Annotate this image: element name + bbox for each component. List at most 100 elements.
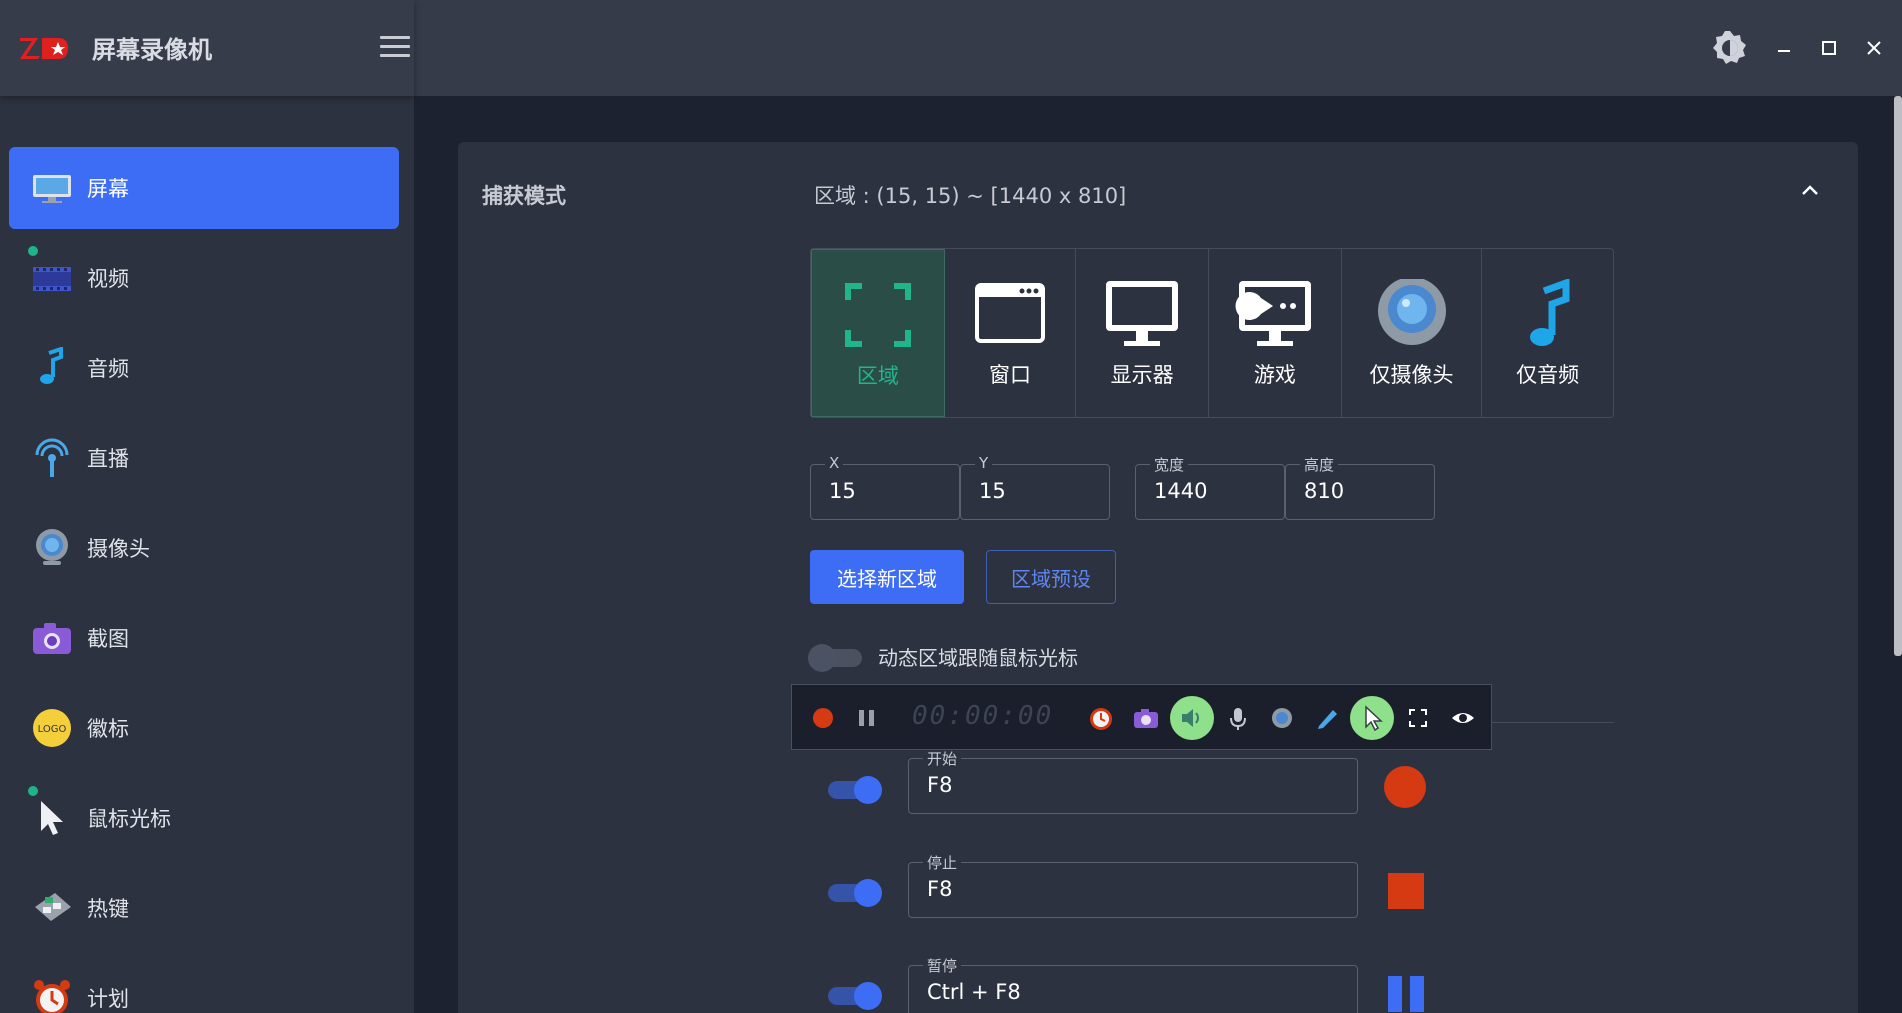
scrollbar[interactable] (1894, 96, 1902, 656)
start-hotkey-toggle[interactable] (824, 776, 882, 804)
camera-icon[interactable] (1126, 698, 1166, 738)
width-input[interactable] (1154, 479, 1273, 503)
svg-text:LOGO: LOGO (38, 724, 67, 735)
status-dot (28, 246, 38, 256)
sidebar-item-label: 直播 (87, 447, 129, 471)
close-icon[interactable] (1856, 30, 1892, 66)
recording-timer: 00:00:00 (912, 701, 1054, 731)
pause-hotkey-input[interactable] (927, 980, 1286, 1004)
sidebar-item-label: 徽标 (87, 717, 129, 741)
mode-monitor[interactable]: 显示器 (1076, 249, 1210, 417)
region-preset-button[interactable]: 区域预设 (986, 550, 1116, 604)
field-label: 停止 (923, 852, 962, 873)
mode-region[interactable]: 区域 (811, 249, 945, 417)
microphone-icon[interactable] (1218, 698, 1258, 738)
x-field[interactable]: X (810, 454, 960, 520)
sidebar-item-screenshot[interactable]: 截图 (9, 597, 399, 679)
mode-game[interactable]: 游戏 (1209, 249, 1342, 417)
window-icon (975, 283, 1045, 343)
mode-label: 仅摄像头 (1369, 363, 1454, 387)
minimize-icon[interactable] (1766, 30, 1802, 66)
field-label: 暂停 (923, 955, 962, 976)
monitor-icon (33, 175, 71, 203)
webcam-icon[interactable] (1262, 698, 1302, 738)
sidebar-item-label: 音频 (87, 357, 129, 381)
dynamic-follow-toggle[interactable] (808, 644, 864, 672)
pause-hotkey-field[interactable]: 暂停 (908, 955, 1358, 1013)
stop-hotkey-field[interactable]: 停止 (908, 852, 1358, 918)
pen-icon[interactable] (1307, 698, 1347, 738)
record-icon[interactable] (803, 698, 843, 738)
brand-area: 屏幕录像机 (0, 0, 414, 96)
mode-label: 显示器 (1110, 363, 1174, 387)
field-label: Y (975, 454, 993, 472)
maximize-icon[interactable] (1811, 30, 1847, 66)
region-select-icon (844, 283, 911, 347)
sidebar-item-label: 截图 (87, 627, 129, 651)
pause-icon[interactable] (847, 698, 887, 738)
status-dot (28, 786, 38, 796)
stop-hotkey-toggle[interactable] (824, 879, 882, 907)
film-icon (33, 267, 71, 291)
height-input[interactable] (1304, 479, 1423, 503)
sidebar-item-cursor[interactable]: 鼠标光标 (9, 777, 399, 859)
recording-toolbar: 00:00:00 (791, 684, 1492, 750)
menu-toggle-icon[interactable] (380, 36, 410, 60)
width-field[interactable]: 宽度 (1135, 454, 1285, 520)
camera-icon (33, 623, 71, 654)
stop-square-icon (1388, 873, 1424, 909)
keyboard-icon (35, 893, 71, 921)
field-label: 开始 (923, 748, 962, 769)
x-input[interactable] (829, 479, 948, 503)
broadcast-icon (35, 438, 69, 477)
stop-hotkey-input[interactable] (927, 877, 1286, 901)
mode-audio-only[interactable]: 仅音频 (1482, 249, 1613, 417)
sidebar-item-logo[interactable]: LOGO 徽标 (9, 687, 399, 769)
sidebar-item-label: 计划 (87, 987, 129, 1011)
capture-panel: 捕获模式 区域 : (15, 15) ~ [1440 x 810] 区域 窗口 (458, 142, 1858, 1013)
mode-window[interactable]: 窗口 (945, 249, 1077, 417)
field-label: 高度 (1300, 454, 1339, 475)
fullscreen-icon[interactable] (1398, 698, 1438, 738)
webcam-icon (36, 529, 68, 565)
field-label: 宽度 (1150, 454, 1189, 475)
pause-hotkey-toggle[interactable] (824, 982, 882, 1010)
app-title: 屏幕录像机 (92, 36, 212, 64)
sidebar-item-label: 视频 (87, 267, 129, 291)
music-note-icon (40, 347, 63, 384)
height-field[interactable]: 高度 (1285, 454, 1435, 520)
start-hotkey-field[interactable]: 开始 (908, 748, 1358, 814)
sidebar: 屏幕 视频 音频 直播 摄像头 截图 LOGO 徽标 鼠标光标 热键 计划 (0, 96, 414, 1013)
start-hotkey-input[interactable] (927, 773, 1286, 797)
section-title: 捕获模式 (482, 184, 566, 208)
speaker-icon[interactable] (1170, 696, 1214, 740)
title-bar: 屏幕录像机 (0, 0, 1902, 96)
eye-icon[interactable] (1443, 698, 1483, 738)
mode-label: 仅音频 (1516, 363, 1580, 387)
select-new-region-button[interactable]: 选择新区域 (810, 550, 964, 604)
record-dot-icon (1384, 766, 1426, 808)
chevron-up-icon[interactable] (1796, 176, 1824, 204)
sidebar-item-schedule[interactable]: 计划 (9, 957, 399, 1013)
app-logo-icon (20, 38, 68, 59)
sidebar-item-screen[interactable]: 屏幕 (9, 147, 399, 229)
sidebar-item-live[interactable]: 直播 (9, 417, 399, 499)
game-icon (1235, 281, 1311, 346)
sidebar-item-hotkeys[interactable]: 热键 (9, 867, 399, 949)
cursor-icon[interactable] (1350, 696, 1394, 740)
mode-label: 区域 (856, 364, 899, 388)
mode-webcam-only[interactable]: 仅摄像头 (1342, 249, 1483, 417)
main-content: 捕获模式 区域 : (15, 15) ~ [1440 x 810] 区域 窗口 (414, 96, 1902, 1013)
sidebar-item-audio[interactable]: 音频 (9, 327, 399, 409)
mode-label: 窗口 (989, 363, 1031, 387)
sidebar-item-webcam[interactable]: 摄像头 (9, 507, 399, 589)
sidebar-item-video[interactable]: 视频 (9, 237, 399, 319)
sidebar-item-label: 鼠标光标 (87, 807, 171, 831)
y-input[interactable] (979, 479, 1098, 503)
theme-toggle-icon[interactable] (1712, 30, 1748, 66)
y-field[interactable]: Y (960, 454, 1110, 520)
alarm-clock-icon[interactable] (1081, 698, 1121, 738)
alarm-clock-icon (34, 980, 70, 1013)
sidebar-item-label: 热键 (87, 897, 129, 921)
logo-badge-icon: LOGO (33, 709, 71, 747)
